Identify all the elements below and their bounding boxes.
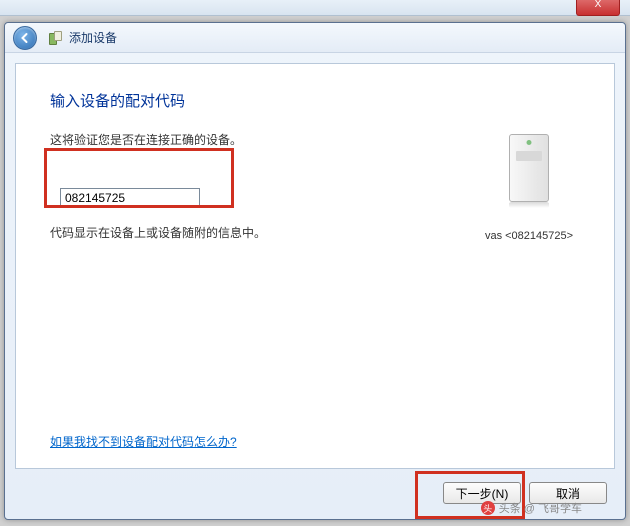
background-window-titlebar: X [0,0,630,16]
dialog-content: 输入设备的配对代码 这将验证您是否在连接正确的设备。 代码显示在设备上或设备随附… [15,63,615,469]
page-heading: 输入设备的配对代码 [50,90,580,111]
device-label: vas <082145725> [474,230,584,242]
help-link[interactable]: 如果我找不到设备配对代码怎么办? [50,433,237,450]
back-arrow-icon [19,32,31,44]
bg-close-button[interactable]: X [576,0,620,16]
add-device-dialog: 添加设备 输入设备的配对代码 这将验证您是否在连接正确的设备。 代码显示在设备上… [4,22,626,520]
pairing-code-input[interactable] [60,188,200,208]
next-button[interactable]: 下一步(N) [443,482,521,504]
dialog-footer: 下一步(N) 取消 [15,475,615,511]
device-tower-icon [499,134,559,214]
dialog-title: 添加设备 [69,29,117,46]
dialog-header: 添加设备 [5,23,625,53]
back-button[interactable] [13,26,37,50]
add-device-icon [47,30,63,46]
cancel-button[interactable]: 取消 [529,482,607,504]
device-preview: vas <082145725> [474,134,584,242]
